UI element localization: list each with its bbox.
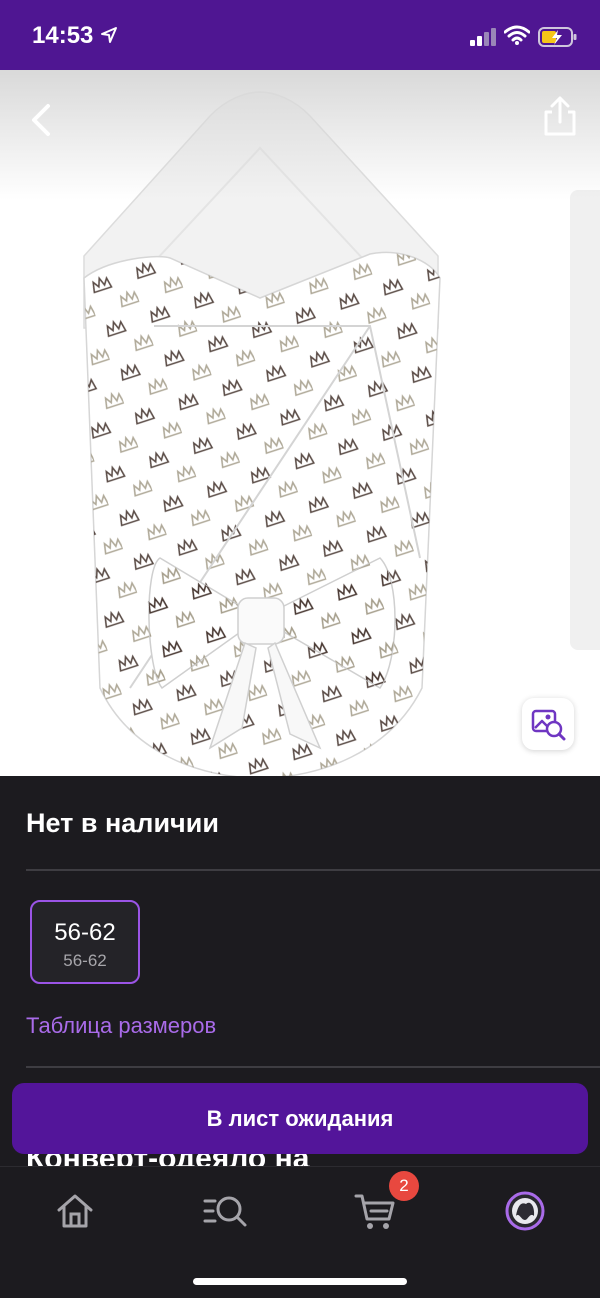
battery-charging-icon — [538, 26, 578, 53]
divider — [26, 1066, 600, 1068]
signal-icon — [470, 28, 498, 51]
product-gallery[interactable] — [0, 70, 600, 776]
wifi-icon — [503, 25, 531, 50]
gallery-shade — [0, 70, 600, 200]
cart-count-badge: 2 — [389, 1171, 419, 1201]
profile-avatar-icon — [505, 1191, 545, 1231]
status-time: 14:53 — [32, 22, 94, 49]
back-button[interactable] — [22, 98, 62, 142]
visual-search-button[interactable] — [522, 698, 574, 750]
size-table-link[interactable]: Таблица размеров — [26, 1013, 216, 1039]
divider — [26, 869, 600, 871]
status-bar: 14:53 — [0, 0, 600, 70]
add-to-waitlist-button[interactable]: В лист ожидания — [12, 1083, 588, 1154]
share-icon — [544, 96, 576, 136]
tab-profile[interactable] — [495, 1185, 555, 1237]
size-label: 56-62 — [54, 919, 116, 946]
cart-icon — [354, 1194, 395, 1229]
size-sublabel: 56-62 — [63, 951, 107, 970]
location-arrow-icon — [100, 26, 118, 49]
availability-status: Нет в наличии — [26, 808, 219, 838]
tab-home[interactable] — [45, 1185, 105, 1237]
back-chevron-icon — [32, 104, 50, 136]
next-image-preview[interactable] — [570, 190, 600, 650]
size-option-56-62[interactable]: 56-62 56-62 — [30, 900, 140, 984]
catalog-search-icon — [203, 1196, 247, 1227]
tab-catalog[interactable] — [195, 1185, 255, 1237]
visual-search-icon — [531, 709, 566, 741]
share-button[interactable] — [538, 94, 582, 138]
home-indicator[interactable] — [193, 1278, 407, 1285]
home-icon — [57, 1194, 93, 1228]
